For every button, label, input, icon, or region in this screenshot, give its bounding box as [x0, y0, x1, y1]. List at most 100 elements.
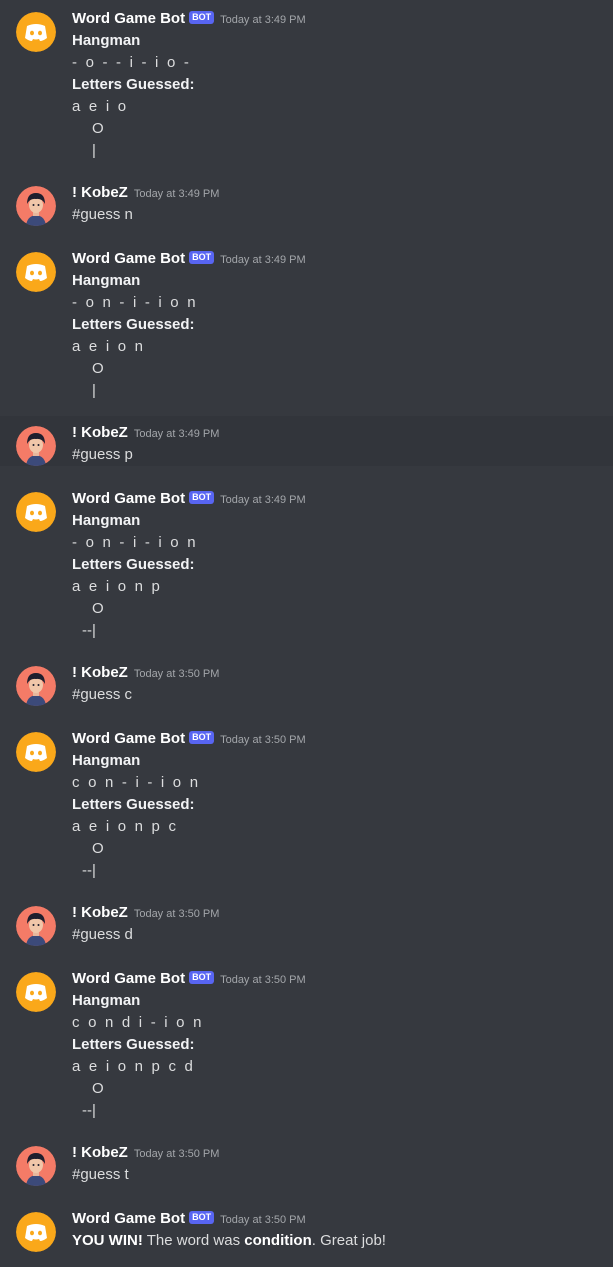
message-header: ! KobeZ Today at 3:49 PM: [72, 182, 219, 204]
bot-badge: BOT: [189, 971, 215, 984]
bot-message: Word Game Bot BOT Today at 3:50 PM Hangman c…: [0, 728, 613, 896]
hangman-figure-body: --|: [82, 862, 96, 879]
username[interactable]: ! KobeZ: [72, 184, 128, 201]
hangman-figure-head: O: [92, 1080, 104, 1097]
bot-avatar[interactable]: [16, 12, 56, 52]
user-message: ! KobeZ Today at 3:49 PM #guess n: [0, 176, 613, 226]
hangman-word: - o - - i - i o -: [72, 54, 192, 71]
win-text-end: . Great job!: [311, 1232, 386, 1249]
user-avatar[interactable]: [16, 186, 56, 226]
bot-avatar[interactable]: [16, 1212, 56, 1252]
message-header: Word Game Bot BOT Today at 3:49 PM: [72, 8, 306, 30]
letters-guessed: a e i o n p c d: [72, 1058, 196, 1075]
user-message: ! KobeZ Today at 3:50 PM #guess t: [0, 1136, 613, 1186]
timestamp[interactable]: Today at 3:50 PM: [220, 974, 306, 986]
letters-guessed-label: Letters Guessed:: [72, 316, 195, 333]
bot-message: Word Game Bot BOT Today at 3:49 PM Hangman -…: [0, 488, 613, 656]
hangman-figure-body: --|: [82, 1102, 96, 1119]
win-text-mid: The word was: [142, 1232, 245, 1249]
user-message: ! KobeZ Today at 3:49 PM #guess p: [0, 416, 613, 466]
hangman-title: Hangman: [72, 752, 141, 769]
hangman-figure-body: |: [92, 382, 96, 399]
hangman-title: Hangman: [72, 512, 141, 529]
bot-badge: BOT: [189, 1211, 215, 1224]
hangman-figure-body: --|: [82, 622, 96, 639]
letters-guessed: a e i o n: [72, 338, 146, 355]
letters-guessed: a e i o: [72, 98, 129, 115]
bot-badge: BOT: [189, 731, 215, 744]
message-header: ! KobeZ Today at 3:50 PM: [72, 902, 219, 924]
username[interactable]: Word Game Bot: [72, 1210, 185, 1227]
user-avatar[interactable]: [16, 426, 56, 466]
hangman-title: Hangman: [72, 272, 141, 289]
bot-message-win: Word Game Bot BOT Today at 3:50 PM YOU WIN!…: [0, 1208, 613, 1258]
message-header: Word Game Bot BOT Today at 3:50 PM: [72, 1208, 306, 1230]
username[interactable]: Word Game Bot: [72, 970, 185, 987]
username[interactable]: ! KobeZ: [72, 424, 128, 441]
message-header: ! KobeZ Today at 3:50 PM: [72, 1142, 219, 1164]
bot-message: Word Game Bot BOT Today at 3:49 PM Hangman -…: [0, 248, 613, 416]
letters-guessed: a e i o n p: [72, 578, 163, 595]
message-text: #guess d: [72, 926, 133, 943]
timestamp[interactable]: Today at 3:49 PM: [134, 188, 220, 200]
message-header: Word Game Bot BOT Today at 3:50 PM: [72, 728, 306, 750]
hangman-figure-head: O: [92, 600, 104, 617]
username[interactable]: Word Game Bot: [72, 250, 185, 267]
bot-avatar[interactable]: [16, 732, 56, 772]
bot-avatar[interactable]: [16, 972, 56, 1012]
timestamp[interactable]: Today at 3:50 PM: [134, 1148, 220, 1160]
hangman-word: - o n - i - i o n: [72, 294, 198, 311]
letters-guessed-label: Letters Guessed:: [72, 796, 195, 813]
bot-avatar[interactable]: [16, 252, 56, 292]
message-text: #guess p: [72, 446, 133, 463]
timestamp[interactable]: Today at 3:49 PM: [220, 494, 306, 506]
message-header: ! KobeZ Today at 3:49 PM: [72, 422, 219, 444]
message-text: #guess t: [72, 1166, 129, 1183]
username[interactable]: Word Game Bot: [72, 10, 185, 27]
bot-avatar[interactable]: [16, 492, 56, 532]
username[interactable]: Word Game Bot: [72, 730, 185, 747]
timestamp[interactable]: Today at 3:50 PM: [220, 1214, 306, 1226]
user-avatar[interactable]: [16, 1146, 56, 1186]
username[interactable]: ! KobeZ: [72, 1144, 128, 1161]
letters-guessed-label: Letters Guessed:: [72, 556, 195, 573]
message-header: Word Game Bot BOT Today at 3:49 PM: [72, 248, 306, 270]
timestamp[interactable]: Today at 3:49 PM: [220, 14, 306, 26]
hangman-figure-head: O: [92, 360, 104, 377]
timestamp[interactable]: Today at 3:50 PM: [134, 668, 220, 680]
letters-guessed-label: Letters Guessed:: [72, 76, 195, 93]
letters-guessed: a e i o n p c: [72, 818, 179, 835]
user-message: ! KobeZ Today at 3:50 PM #guess c: [0, 656, 613, 706]
hangman-figure-body: |: [92, 142, 96, 159]
bot-message: Word Game Bot BOT Today at 3:49 PM Hangman -…: [0, 8, 613, 176]
timestamp[interactable]: Today at 3:50 PM: [134, 908, 220, 920]
win-label: YOU WIN!: [72, 1232, 143, 1249]
message-text: #guess c: [72, 686, 133, 703]
timestamp[interactable]: Today at 3:49 PM: [134, 428, 220, 440]
message-header: Word Game Bot BOT Today at 3:50 PM: [72, 968, 306, 990]
bot-badge: BOT: [189, 11, 215, 24]
hangman-word: c o n d i - i o n: [72, 1014, 204, 1031]
username[interactable]: ! KobeZ: [72, 664, 128, 681]
hangman-title: Hangman: [72, 992, 141, 1009]
win-message-text: YOU WIN! The word was condition. Great j…: [72, 1230, 386, 1252]
letters-guessed-label: Letters Guessed:: [72, 1036, 195, 1053]
user-avatar[interactable]: [16, 666, 56, 706]
hangman-word: - o n - i - i o n: [72, 534, 198, 551]
user-message: ! KobeZ Today at 3:50 PM #guess d: [0, 896, 613, 946]
username[interactable]: Word Game Bot: [72, 490, 185, 507]
bot-message: Word Game Bot BOT Today at 3:50 PM Hangman c…: [0, 968, 613, 1136]
message-text: #guess n: [72, 206, 133, 223]
win-word: condition: [244, 1232, 312, 1249]
timestamp[interactable]: Today at 3:50 PM: [220, 734, 306, 746]
timestamp[interactable]: Today at 3:49 PM: [220, 254, 306, 266]
message-header: Word Game Bot BOT Today at 3:49 PM: [72, 488, 306, 510]
hangman-figure-head: O: [92, 840, 104, 857]
user-avatar[interactable]: [16, 906, 56, 946]
hangman-title: Hangman: [72, 32, 141, 49]
hangman-word: c o n - i - i o n: [72, 774, 201, 791]
bot-badge: BOT: [189, 251, 215, 264]
username[interactable]: ! KobeZ: [72, 904, 128, 921]
hangman-figure-head: O: [92, 120, 104, 137]
message-header: ! KobeZ Today at 3:50 PM: [72, 662, 219, 684]
